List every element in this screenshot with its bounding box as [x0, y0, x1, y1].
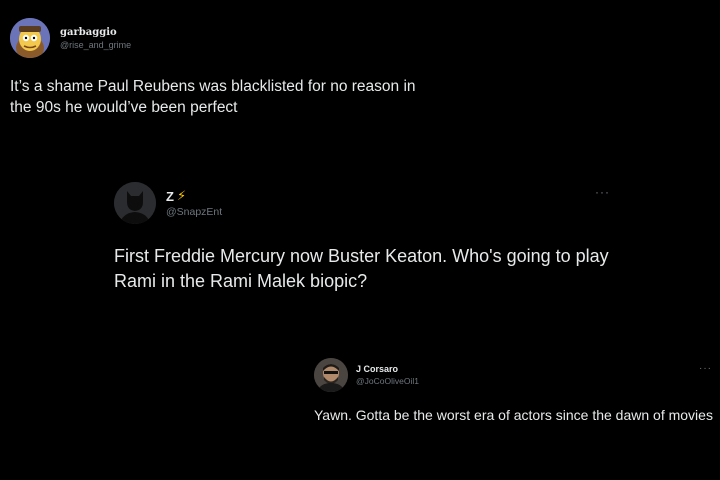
tweet-text: It’s a shame Paul Reubens was blackliste… [10, 78, 416, 116]
display-name[interactable]: garbaggio [60, 27, 131, 38]
avatar[interactable] [10, 18, 50, 58]
tweet-header: J Corsaro @JoCoOliveOil1 [314, 358, 419, 392]
tweet-card[interactable]: J Corsaro @JoCoOliveOil1 ··· Yawn. Gotta… [304, 346, 720, 480]
display-name[interactable]: Z ⚡ [166, 188, 222, 204]
tweet-author: Z ⚡ @SnapzEnt [166, 188, 222, 218]
tweet-author: garbaggio @rise_and_grime [60, 27, 131, 50]
avatar[interactable] [114, 182, 156, 224]
more-options-icon[interactable]: ··· [699, 364, 712, 374]
silhouette-avatar-icon [114, 182, 156, 224]
photo-avatar-icon [314, 358, 348, 392]
tweet-author: J Corsaro @JoCoOliveOil1 [356, 364, 419, 386]
tweet-header: garbaggio @rise_and_grime [10, 18, 131, 58]
screenshot-canvas: garbaggio @rise_and_grime It’s a shame P… [0, 0, 720, 480]
lightning-icon: ⚡ [176, 188, 187, 203]
tweet-header: Z ⚡ @SnapzEnt [114, 182, 222, 224]
tweet-card[interactable]: Z ⚡ @SnapzEnt ··· First Freddie Mercury … [100, 168, 620, 308]
tweet-text: Yawn. Gotta be the worst era of actors s… [314, 407, 713, 423]
tweet-card[interactable]: garbaggio @rise_and_grime It’s a shame P… [0, 0, 440, 132]
cartoon-avatar-icon [10, 18, 50, 58]
user-handle[interactable]: @SnapzEnt [166, 206, 222, 218]
user-handle[interactable]: @rise_and_grime [60, 40, 131, 50]
display-name[interactable]: J Corsaro [356, 364, 419, 374]
tweet-text: First Freddie Mercury now Buster Keaton.… [114, 246, 609, 291]
user-handle[interactable]: @JoCoOliveOil1 [356, 376, 419, 386]
more-options-icon[interactable]: ··· [595, 186, 610, 198]
display-name-text: Z [166, 188, 174, 204]
avatar[interactable] [314, 358, 348, 392]
